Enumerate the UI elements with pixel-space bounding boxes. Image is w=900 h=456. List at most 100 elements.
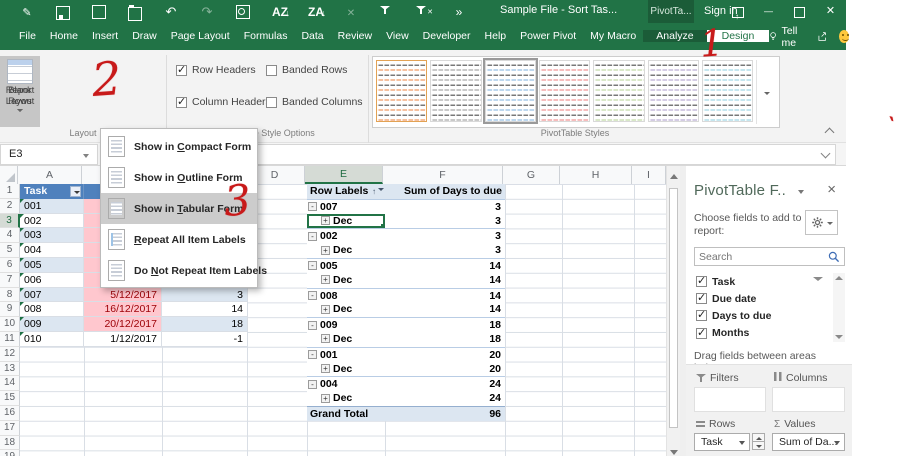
menu-item[interactable]: Repeat All Item Labels xyxy=(101,224,257,255)
checkbox-checked-icon[interactable] xyxy=(696,328,707,339)
expand-collapse-icon[interactable] xyxy=(308,232,317,241)
expand-collapse-icon[interactable] xyxy=(321,364,330,373)
row-header[interactable]: 7 xyxy=(0,273,20,288)
ribbon-tab[interactable]: Formulas xyxy=(237,30,295,42)
style-option-row-headers[interactable]: Row Headers xyxy=(176,64,256,76)
expand-collapse-icon[interactable] xyxy=(321,394,330,403)
style-thumbnail[interactable] xyxy=(702,60,753,122)
open-folder-icon[interactable] xyxy=(128,7,142,21)
row-header[interactable]: 17 xyxy=(0,421,20,436)
minimize-icon[interactable] xyxy=(753,0,784,23)
tools-button[interactable] xyxy=(805,210,838,235)
ribbon-tab[interactable]: File xyxy=(12,30,43,42)
filters-drop-zone[interactable] xyxy=(694,387,766,412)
search-box[interactable] xyxy=(694,247,845,266)
pivot-row[interactable]: 002 3 xyxy=(307,228,505,243)
row-header[interactable]: 3 xyxy=(0,214,20,229)
row-header[interactable]: 18 xyxy=(0,436,20,451)
columns-drop-zone[interactable] xyxy=(772,387,845,412)
sort-za-icon[interactable]: ZA xyxy=(308,5,322,19)
ribbon-tab[interactable]: Review xyxy=(331,30,379,42)
save-icon[interactable] xyxy=(56,6,70,20)
style-option-banded-columns[interactable]: Banded Columns xyxy=(266,96,363,108)
pivot-row[interactable]: 005 14 xyxy=(307,258,505,273)
checkbox-unchecked-icon[interactable] xyxy=(266,65,277,76)
field-item[interactable]: Days to due xyxy=(694,307,845,324)
name-box[interactable]: E3 xyxy=(0,144,98,165)
pane-options-arrow-icon[interactable] xyxy=(798,190,804,194)
rows-field-chip[interactable]: Task xyxy=(694,433,750,451)
expand-collapse-icon[interactable] xyxy=(321,246,330,255)
ribbon-tab[interactable]: Analyze xyxy=(643,30,706,42)
ribbon-tab[interactable]: Draw xyxy=(125,30,164,42)
pivot-row[interactable]: 007 3 xyxy=(307,199,505,214)
field-item[interactable]: Task xyxy=(694,273,845,290)
ribbon-tab[interactable]: Developer xyxy=(416,30,478,42)
column-header[interactable]: I xyxy=(632,166,666,184)
ribbon-display-options-icon[interactable] xyxy=(722,0,753,23)
expand-collapse-icon[interactable] xyxy=(308,380,317,389)
collapse-ribbon-icon[interactable] xyxy=(826,126,834,134)
expand-collapse-icon[interactable] xyxy=(308,202,317,211)
checkbox-checked-icon[interactable] xyxy=(176,97,187,108)
autofilter-dropdown-icon[interactable] xyxy=(70,186,81,197)
row-header[interactable]: 16 xyxy=(0,406,20,421)
expand-collapse-icon[interactable] xyxy=(308,350,317,359)
new-file-icon[interactable] xyxy=(92,5,106,19)
row-header[interactable]: 11 xyxy=(0,332,20,347)
row-header[interactable]: 5 xyxy=(0,243,20,258)
row-header[interactable]: 13 xyxy=(0,362,20,377)
pivot-row[interactable]: 009 18 xyxy=(307,317,505,332)
row-labels-header-cell[interactable]: Row Labels xyxy=(307,184,385,199)
row-header[interactable]: 8 xyxy=(0,288,20,303)
feedback-smiley-icon[interactable] xyxy=(839,30,849,43)
pivot-row[interactable]: Dec 18 xyxy=(307,332,505,347)
column-header[interactable]: E xyxy=(305,166,383,184)
pane-close-icon[interactable] xyxy=(827,181,836,198)
row-header[interactable]: 6 xyxy=(0,258,20,273)
style-thumbnail[interactable] xyxy=(593,60,644,122)
row-header[interactable]: 15 xyxy=(0,391,20,406)
gallery-more-button[interactable] xyxy=(756,60,776,124)
maximize-icon[interactable] xyxy=(784,0,815,23)
scroll-down-icon[interactable] xyxy=(670,450,678,455)
share-icon[interactable] xyxy=(817,30,828,43)
row-header[interactable]: 12 xyxy=(0,347,20,362)
ribbon-tab[interactable]: My Macro xyxy=(583,30,643,42)
close-icon[interactable] xyxy=(815,0,846,23)
vertical-scrollbar[interactable] xyxy=(666,166,680,456)
style-option-column-headers[interactable]: Column Headers xyxy=(176,96,271,108)
pivot-row[interactable]: 008 14 xyxy=(307,288,505,303)
checkbox-checked-icon[interactable] xyxy=(696,293,707,304)
table-row[interactable]: 008 16/12/2017 14 xyxy=(20,302,247,317)
column-header[interactable]: A xyxy=(18,166,82,184)
row-header[interactable]: 14 xyxy=(0,376,20,391)
values-field-chip[interactable]: Sum of Da... xyxy=(772,433,845,451)
checkbox-checked-icon[interactable] xyxy=(176,65,187,76)
menu-item[interactable]: Do Not Repeat Item Labels xyxy=(101,255,257,286)
search-input[interactable] xyxy=(699,249,824,264)
ribbon-tab[interactable]: Page Layout xyxy=(164,30,237,42)
checkbox-unchecked-icon[interactable] xyxy=(266,97,277,108)
row-header[interactable]: 9 xyxy=(0,302,20,317)
menu-item[interactable]: Show in Compact Form xyxy=(101,131,257,162)
sort-az-icon[interactable]: AZ xyxy=(272,5,286,19)
expand-formula-bar-icon[interactable] xyxy=(821,149,831,159)
expand-collapse-icon[interactable] xyxy=(308,321,317,330)
column-header[interactable]: G xyxy=(503,166,560,184)
field-list-scrollbar[interactable] xyxy=(833,273,845,342)
ink-pen-icon[interactable] xyxy=(20,5,34,19)
print-preview-icon[interactable] xyxy=(236,5,250,19)
more-commands-icon[interactable] xyxy=(452,5,466,19)
row-header[interactable]: 1 xyxy=(0,184,20,199)
pivot-row[interactable]: Dec 24 xyxy=(307,391,505,406)
column-header[interactable]: F xyxy=(383,166,503,184)
spin-down-icon[interactable] xyxy=(752,441,765,450)
row-header[interactable]: 2 xyxy=(0,199,20,214)
style-thumbnail[interactable] xyxy=(539,60,590,122)
checkbox-checked-icon[interactable] xyxy=(696,276,707,287)
scrollbar-thumb[interactable] xyxy=(669,188,678,428)
pivot-row[interactable]: Dec 20 xyxy=(307,362,505,377)
style-thumbnail[interactable] xyxy=(648,60,699,122)
ribbon-tab[interactable]: View xyxy=(379,30,416,42)
